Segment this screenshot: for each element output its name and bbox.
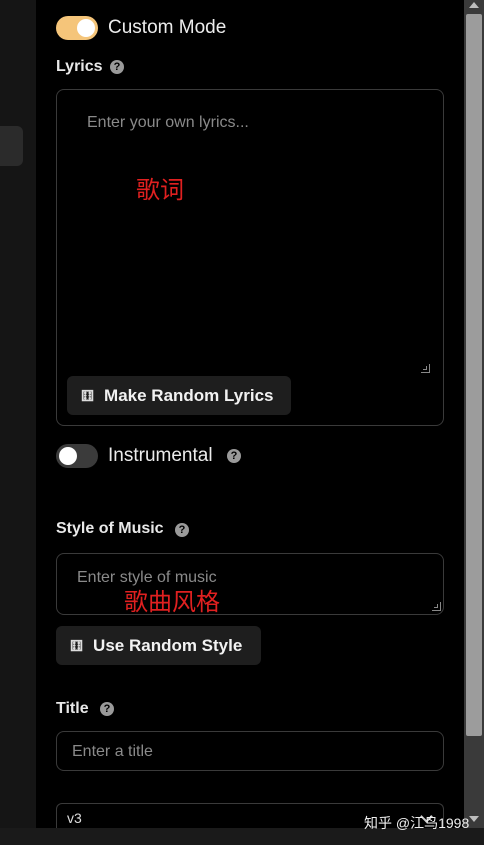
- title-label: Title: [56, 700, 89, 717]
- custom-mode-toggle[interactable]: [56, 16, 98, 40]
- left-rail: [0, 0, 36, 845]
- lyrics-placeholder: Enter your own lyrics...: [87, 114, 249, 131]
- lyrics-label: Lyrics: [56, 58, 103, 75]
- style-annotation: 歌曲风格: [124, 589, 220, 616]
- scroll-down-icon[interactable]: [469, 816, 479, 822]
- dice-icon: ⚅: [81, 387, 95, 405]
- instrumental-toggle[interactable]: [56, 444, 98, 468]
- help-icon[interactable]: ?: [100, 702, 114, 716]
- scrollbar-thumb[interactable]: [466, 14, 482, 736]
- rail-tab[interactable]: [0, 126, 23, 166]
- toggle-knob: [77, 19, 95, 37]
- use-random-style-button[interactable]: ⚅ Use Random Style: [56, 626, 261, 665]
- lyrics-annotation: 歌词: [136, 177, 184, 204]
- title-placeholder: Enter a title: [72, 743, 153, 760]
- help-icon[interactable]: ?: [110, 60, 124, 74]
- title-input[interactable]: Enter a title: [56, 731, 444, 771]
- help-icon[interactable]: ?: [227, 449, 241, 463]
- scrollbar[interactable]: [464, 0, 484, 828]
- version-value: v3: [67, 810, 82, 826]
- resize-handle[interactable]: [432, 602, 441, 611]
- scroll-up-icon[interactable]: [469, 2, 479, 8]
- use-random-style-label: Use Random Style: [93, 635, 243, 655]
- make-random-lyrics-button[interactable]: ⚅ Make Random Lyrics: [67, 376, 291, 415]
- lyrics-textarea[interactable]: Enter your own lyrics... 歌词 ⚅ Make Rando…: [56, 89, 444, 426]
- help-icon[interactable]: ?: [175, 523, 189, 537]
- custom-mode-label: Custom Mode: [108, 17, 227, 38]
- instrumental-label: Instrumental: [108, 445, 213, 466]
- dice-icon: ⚅: [70, 637, 84, 655]
- make-random-lyrics-label: Make Random Lyrics: [104, 385, 274, 405]
- style-label: Style of Music: [56, 520, 164, 537]
- style-textarea[interactable]: Enter style of music 歌曲风格: [56, 553, 444, 616]
- toggle-knob: [59, 447, 77, 465]
- watermark: 知乎 @江鸟1998: [364, 815, 470, 831]
- resize-handle[interactable]: [421, 364, 430, 373]
